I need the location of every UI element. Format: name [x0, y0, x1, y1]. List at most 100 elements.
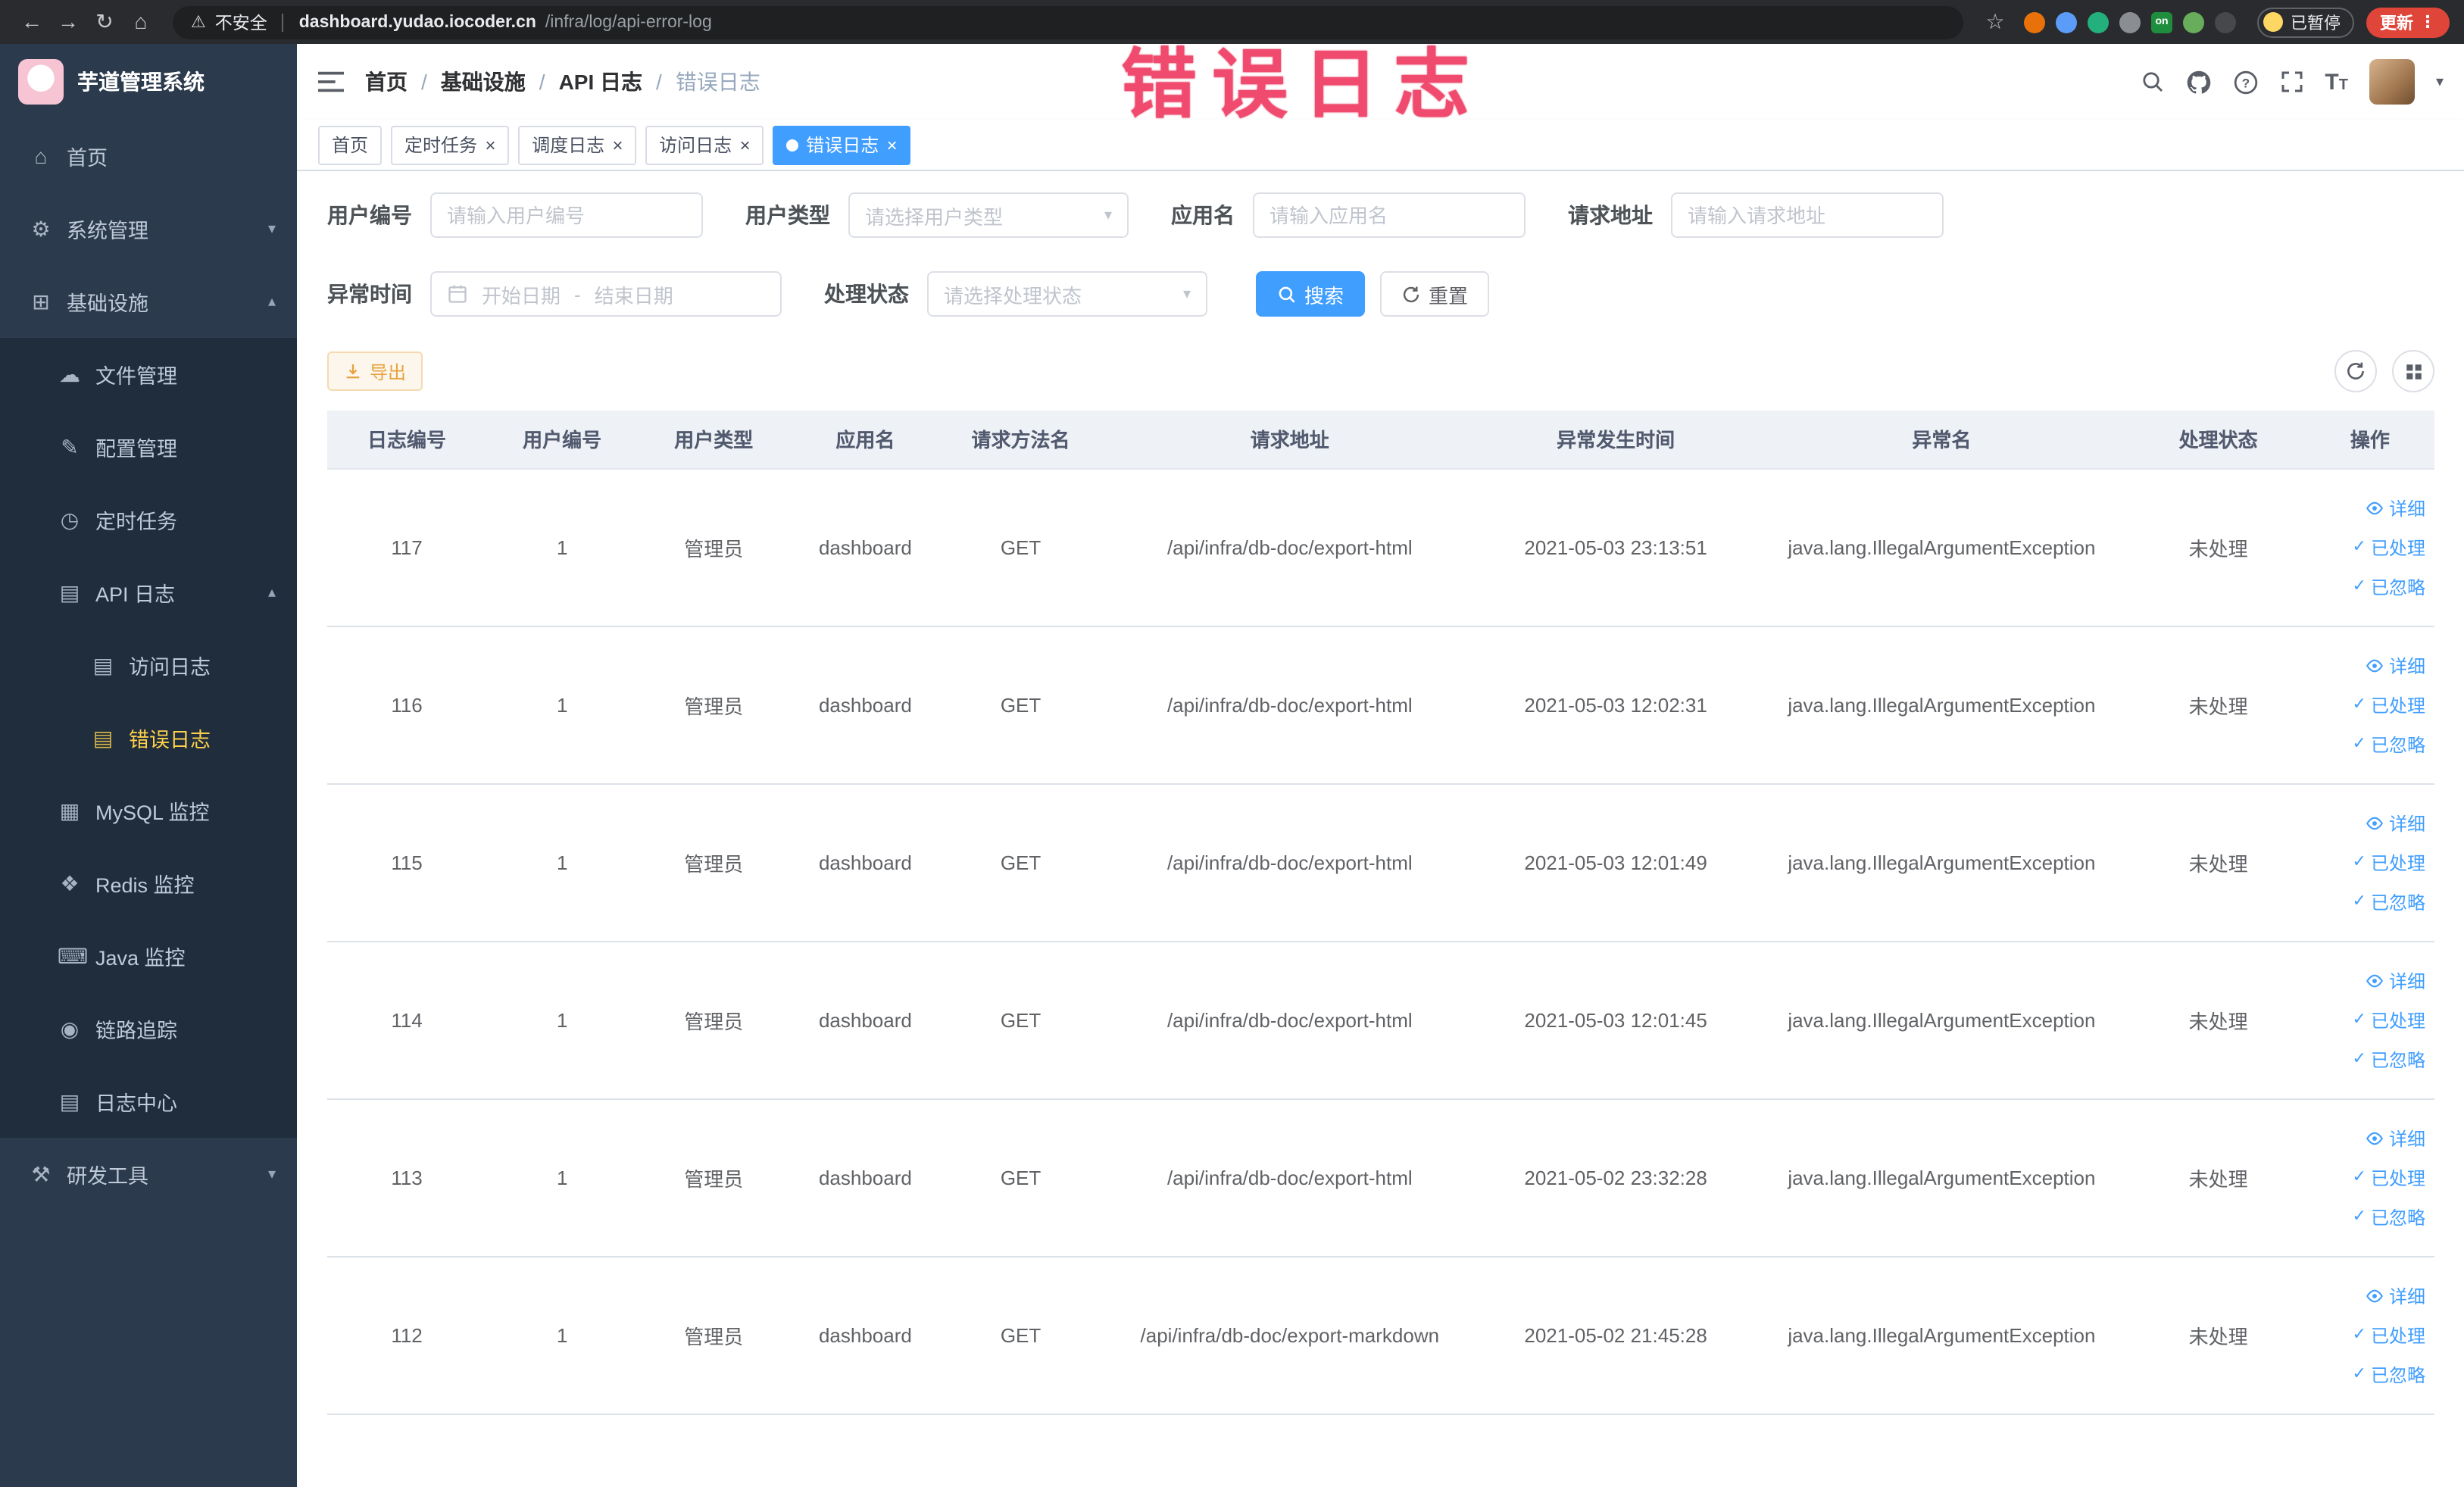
cell-url: /api/infra/db-doc/export-html — [1100, 783, 1479, 942]
extension-dark-icon[interactable] — [2215, 11, 2236, 33]
reset-button[interactable]: 重置 — [1380, 271, 1490, 317]
export-button[interactable]: 导出 — [327, 351, 423, 391]
filter-app-name: 应用名 — [1171, 192, 1526, 238]
sidebar-item-home[interactable]: ⌂ 首页 — [0, 120, 297, 192]
sidebar: 芋道管理系统 ⌂ 首页 ⚙ 系统管理 ▾ ⊞ 基础设施 ▴ ☁ 文件管理 ✎ 配置管理 ◷ 定时任务 ▤ AP… — [0, 44, 297, 1487]
ignored-link[interactable]: ✓ 已忽略 — [2353, 573, 2425, 599]
sidebar-item-trace[interactable]: ◉ 链路追踪 — [0, 992, 297, 1065]
sidebar-item-infra[interactable]: ⊞ 基础设施 ▴ — [0, 265, 297, 338]
tab-首页[interactable]: 首页 — [318, 125, 383, 164]
sidebar-item-java[interactable]: ⌨ Java 监控 — [0, 920, 297, 992]
forward-icon[interactable]: → — [52, 0, 85, 44]
cell-app_name: dashboard — [789, 468, 942, 626]
tab-调度日志[interactable]: 调度日志 × — [518, 125, 637, 164]
sidebar-item-api-log[interactable]: ▤ API 日志 ▴ — [0, 556, 297, 629]
extension-grid-icon[interactable] — [2119, 11, 2141, 33]
refresh-button[interactable] — [2334, 350, 2377, 392]
sidebar-item-log-center[interactable]: ▤ 日志中心 — [0, 1065, 297, 1138]
sidebar-item-config[interactable]: ✎ 配置管理 — [0, 411, 297, 483]
back-icon[interactable]: ← — [15, 0, 48, 44]
breadcrumb-item[interactable]: 错误日志 — [676, 67, 760, 97]
extension-on-badge[interactable]: on — [2151, 11, 2172, 33]
check-icon: ✓ — [2352, 852, 2366, 870]
extension-leaf-icon[interactable] — [2183, 11, 2204, 33]
close-icon[interactable]: × — [612, 136, 623, 154]
cell-method: GET — [941, 1098, 1101, 1257]
ignored-link[interactable]: ✓ 已忽略 — [2353, 1046, 2425, 1072]
user-id-input[interactable] — [430, 192, 703, 238]
ignored-link[interactable]: ✓ 已忽略 — [2353, 1204, 2425, 1229]
sidebar-toggle-icon[interactable] — [318, 71, 344, 92]
column-header: 日志编号 — [327, 411, 487, 469]
cell-user_type: 管理员 — [638, 626, 790, 784]
fullscreen-icon[interactable] — [2279, 70, 2303, 94]
detail-link[interactable]: 详细 — [2365, 1125, 2425, 1151]
detail-link[interactable]: 详细 — [2365, 1282, 2425, 1308]
extension-green-icon[interactable] — [2088, 11, 2109, 33]
detail-link[interactable]: 详细 — [2365, 495, 2425, 520]
search-icon[interactable] — [2140, 70, 2164, 94]
tab-定时任务[interactable]: 定时任务 × — [391, 125, 510, 164]
sidebar-item-system[interactable]: ⚙ 系统管理 ▾ — [0, 192, 297, 265]
ignored-link[interactable]: ✓ 已忽略 — [2353, 731, 2425, 757]
processed-link[interactable]: ✓ 已处理 — [2353, 692, 2425, 717]
avatar-chevron-down-icon[interactable]: ▾ — [2436, 73, 2444, 90]
date-range-picker[interactable]: 开始日期 - 结束日期 — [430, 271, 782, 317]
tab-错误日志[interactable]: 错误日志 × — [773, 125, 911, 164]
cell-operations: 详细 ✓ 已处理 ✓ 已忽略 — [2305, 783, 2434, 942]
column-settings-button[interactable] — [2392, 350, 2434, 392]
font-size-icon[interactable]: TT — [2325, 69, 2348, 95]
update-button[interactable]: 更新 ⋮ — [2366, 7, 2450, 37]
extension-orange-icon[interactable] — [2024, 11, 2045, 33]
sidebar-item-access-log[interactable]: ▤ 访问日志 — [0, 629, 297, 701]
extension-blue-icon[interactable] — [2056, 11, 2077, 33]
table-row: 114 1 管理员 dashboard GET/api/infra/db-doc/exp… — [327, 941, 2434, 1099]
detail-link[interactable]: 详细 — [2365, 810, 2425, 836]
cell-user_id: 1 — [486, 626, 639, 784]
browser-menu-kebab-icon[interactable]: ⋮ — [2419, 12, 2436, 32]
close-icon[interactable]: × — [485, 136, 495, 154]
user-type-select[interactable]: 请选择用户类型 ▾ — [848, 192, 1129, 238]
processed-link[interactable]: ✓ 已处理 — [2353, 849, 2425, 875]
user-avatar[interactable] — [2369, 59, 2415, 105]
cell-status: 未处理 — [2131, 1256, 2306, 1414]
bookmark-star-icon[interactable]: ☆ — [1978, 0, 2012, 44]
sidebar-item-dev-tools[interactable]: ⚒ 研发工具 ▾ — [0, 1138, 297, 1211]
app-root: ← → ↻ ⌂ ⚠ 不安全 dashboard.yudao.iocoder.cn… — [0, 0, 2464, 1487]
table-row: 117 1 管理员 dashboard GET/api/infra/db-doc/exp… — [327, 468, 2434, 626]
browser-home-icon[interactable]: ⌂ — [124, 0, 158, 44]
detail-link[interactable]: 详细 — [2365, 652, 2425, 678]
app-name-input[interactable] — [1253, 192, 1526, 238]
help-icon[interactable]: ? — [2232, 69, 2258, 95]
close-icon[interactable]: × — [886, 136, 897, 154]
address-bar[interactable]: ⚠ 不安全 dashboard.yudao.iocoder.cn/infra/l… — [173, 5, 1963, 39]
processed-link[interactable]: ✓ 已处理 — [2353, 1164, 2425, 1190]
paused-badge[interactable]: 已暂停 — [2257, 7, 2354, 37]
sidebar-item-job[interactable]: ◷ 定时任务 — [0, 483, 297, 556]
breadcrumb-item[interactable]: API 日志 — [559, 67, 642, 97]
filter-user-id: 用户编号 — [327, 192, 703, 238]
sidebar-item-mysql[interactable]: ▦ MySQL 监控 — [0, 774, 297, 847]
processed-link[interactable]: ✓ 已处理 — [2353, 1322, 2425, 1348]
tab-label: 定时任务 — [404, 135, 478, 156]
processed-link[interactable]: ✓ 已处理 — [2353, 1007, 2425, 1032]
sidebar-item-file[interactable]: ☁ 文件管理 — [0, 338, 297, 411]
request-url-input[interactable] — [1671, 192, 1944, 238]
reload-icon[interactable]: ↻ — [88, 0, 121, 44]
column-header: 用户类型 — [638, 411, 790, 469]
ignored-link[interactable]: ✓ 已忽略 — [2353, 1361, 2425, 1387]
close-icon[interactable]: × — [739, 136, 750, 154]
github-icon[interactable] — [2185, 69, 2211, 95]
ignored-link[interactable]: ✓ 已忽略 — [2353, 889, 2425, 914]
search-button[interactable]: 搜索 — [1256, 271, 1366, 317]
sidebar-item-redis[interactable]: ❖ Redis 监控 — [0, 847, 297, 920]
breadcrumb-item[interactable]: 基础设施 — [441, 67, 526, 97]
process-status-select[interactable]: 请选择处理状态 ▾ — [927, 271, 1207, 317]
breadcrumb-item[interactable]: 首页 — [365, 67, 408, 97]
tab-访问日志[interactable]: 访问日志 × — [645, 125, 764, 164]
sidebar-item-error-log[interactable]: ▤ 错误日志 — [0, 701, 297, 774]
exception-time-label: 异常时间 — [327, 282, 412, 306]
processed-link[interactable]: ✓ 已处理 — [2353, 534, 2425, 560]
cell-app_name: dashboard — [789, 783, 942, 942]
detail-link[interactable]: 详细 — [2365, 967, 2425, 993]
